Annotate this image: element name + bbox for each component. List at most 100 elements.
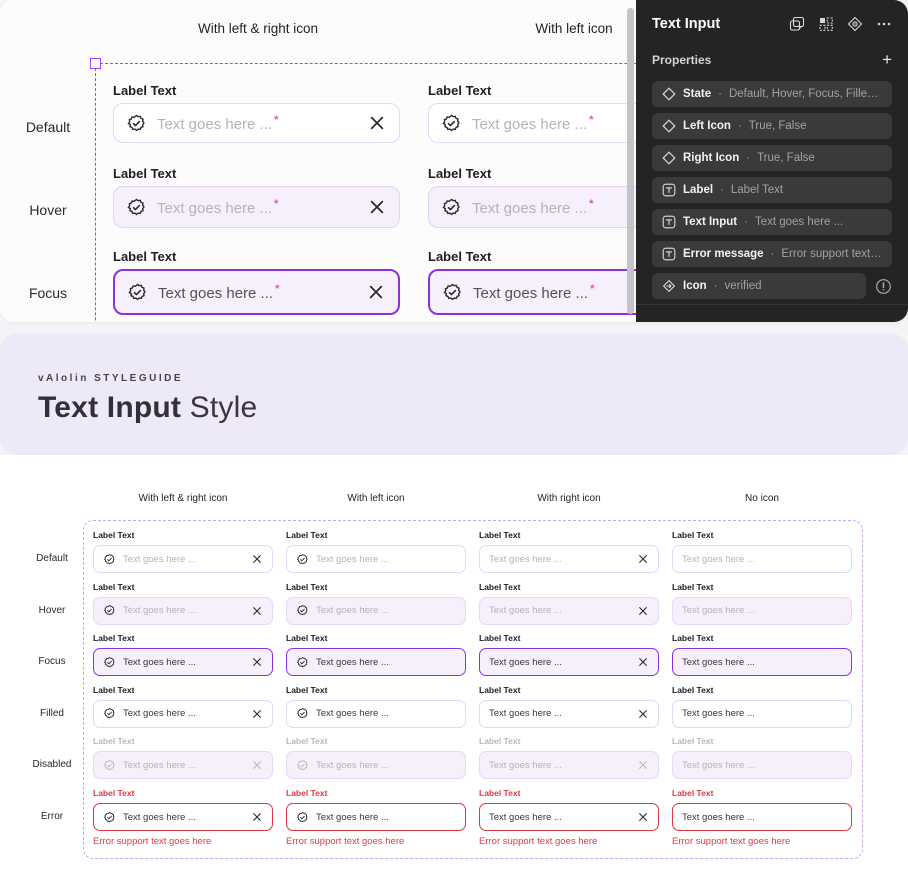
text-input-default[interactable]: Text goes here ... * xyxy=(113,103,400,143)
property-pill[interactable]: State · Default, Hover, Focus, Filled, .… xyxy=(652,81,892,107)
text-input-hover[interactable]: Text goes here ... xyxy=(672,596,852,625)
input-placeholder: Text goes here ... xyxy=(316,553,389,565)
property-value: True, False xyxy=(748,120,807,132)
text-input-focus[interactable]: Text goes here ... * xyxy=(428,269,636,315)
variants-target-icon[interactable] xyxy=(847,16,863,32)
verified-badge-icon xyxy=(296,811,309,824)
text-input-filled[interactable]: Text goes here ... xyxy=(93,699,273,728)
property-pill[interactable]: Icon · verified xyxy=(652,273,866,299)
properties-section-label: Properties xyxy=(652,53,712,67)
property-name: Label xyxy=(683,184,714,196)
text-input-hover[interactable]: Text goes here ... xyxy=(93,596,273,625)
property-row[interactable]: Right Icon · True, False xyxy=(652,145,892,171)
clear-icon[interactable] xyxy=(252,709,262,719)
field-label: Label Text xyxy=(479,788,521,798)
property-row[interactable]: Left Icon · True, False xyxy=(652,113,892,139)
clear-icon[interactable] xyxy=(638,657,648,667)
text-input-hover[interactable]: Text goes here ... xyxy=(479,596,659,625)
text-input-hover[interactable]: Text goes here ... * xyxy=(113,186,400,228)
text-input-focus[interactable]: Text goes here ... xyxy=(479,648,659,676)
state-row-label: Hover xyxy=(38,604,66,616)
property-row[interactable]: Label · Label Text xyxy=(652,177,892,203)
text-input-default[interactable]: Text goes here ... xyxy=(672,545,852,573)
field-label: Label Text xyxy=(672,581,714,592)
clear-icon[interactable] xyxy=(252,554,262,564)
text-input-hover[interactable]: Text goes here ... * xyxy=(428,186,636,228)
clear-icon[interactable] xyxy=(252,657,262,667)
more-options-icon[interactable] xyxy=(876,16,892,32)
text-input-disabled[interactable]: Text goes here ... xyxy=(672,751,852,779)
text-input-default[interactable]: Text goes here ... xyxy=(93,545,273,573)
property-pill[interactable]: Label · Label Text xyxy=(652,177,892,203)
property-pill[interactable]: Text Input · Text goes here ... xyxy=(652,209,892,235)
styleguide-column-header: With right icon xyxy=(537,493,601,504)
state-row-label: Disabled xyxy=(32,759,72,770)
property-row[interactable]: Text Input · Text goes here ... xyxy=(652,209,892,235)
text-input-focus[interactable]: Text goes here ... xyxy=(286,648,466,676)
text-input-focus[interactable]: Text goes here ... * xyxy=(113,269,400,315)
text-input-error[interactable]: Text goes here ... xyxy=(672,803,852,831)
verified-badge-icon xyxy=(296,604,309,617)
text-input-disabled[interactable]: Text goes here ... xyxy=(93,751,273,779)
clear-icon[interactable] xyxy=(638,709,648,719)
property-name: Icon xyxy=(683,280,707,292)
input-placeholder: Text goes here ... * xyxy=(157,197,279,217)
clear-icon[interactable] xyxy=(252,812,262,822)
properties-section-header: Properties + xyxy=(652,51,892,68)
clear-icon[interactable] xyxy=(638,760,648,770)
text-input-default[interactable]: Text goes here ... * xyxy=(428,103,636,143)
clear-icon[interactable] xyxy=(638,554,648,564)
text-input-hover[interactable]: Text goes here ... xyxy=(286,596,466,625)
text-input-filled[interactable]: Text goes here ... xyxy=(479,699,659,728)
clear-icon[interactable] xyxy=(369,115,385,131)
text-input-filled[interactable]: Text goes here ... xyxy=(672,699,852,728)
text-property-icon xyxy=(662,183,676,197)
clear-icon[interactable] xyxy=(368,284,384,300)
vertical-scrollbar[interactable] xyxy=(627,8,634,314)
field-label: Label Text xyxy=(93,736,135,746)
verified-badge-icon xyxy=(126,113,147,134)
property-row[interactable]: Icon · verified xyxy=(652,273,892,299)
verified-badge-icon xyxy=(103,759,116,772)
component-grid-icon[interactable] xyxy=(818,16,834,32)
clear-icon[interactable] xyxy=(638,606,648,616)
input-placeholder: Text goes here ... xyxy=(123,605,196,616)
verified-badge-icon xyxy=(441,197,462,218)
text-input-default[interactable]: Text goes here ... xyxy=(286,545,466,573)
input-placeholder: Text goes here ... xyxy=(123,553,196,565)
text-input-filled[interactable]: Text goes here ... xyxy=(286,699,466,728)
property-value: Error support text go.... xyxy=(781,248,882,260)
required-asterisk: * xyxy=(589,113,594,126)
clear-icon[interactable] xyxy=(252,606,262,616)
property-pill[interactable]: Right Icon · True, False xyxy=(652,145,892,171)
text-input-focus[interactable]: Text goes here ... xyxy=(672,648,852,676)
text-input-error[interactable]: Text goes here ... xyxy=(479,803,659,831)
property-pill[interactable]: Left Icon · True, False xyxy=(652,113,892,139)
text-input-disabled[interactable]: Text goes here ... xyxy=(479,751,659,779)
field-label: Label Text xyxy=(479,736,521,746)
selection-handle[interactable] xyxy=(90,58,101,69)
text-input-disabled[interactable]: Text goes here ... xyxy=(286,751,466,779)
input-placeholder: Text goes here ... * xyxy=(157,113,279,133)
property-row[interactable]: Error message · Error support text go...… xyxy=(652,241,892,267)
property-pill[interactable]: Error message · Error support text go...… xyxy=(652,241,892,267)
property-value: Text goes here ... xyxy=(754,216,844,228)
add-property-button[interactable]: + xyxy=(882,51,892,68)
clear-icon[interactable] xyxy=(252,760,262,770)
clear-icon[interactable] xyxy=(638,812,648,822)
canvas-viewport[interactable]: With left & right icon With left icon De… xyxy=(0,0,636,322)
field-label: Label Text xyxy=(93,684,135,695)
required-asterisk: * xyxy=(589,197,594,210)
text-input-focus[interactable]: Text goes here ... xyxy=(93,648,273,676)
copy-instance-icon[interactable] xyxy=(789,16,805,32)
verified-badge-icon xyxy=(442,282,463,303)
clear-icon[interactable] xyxy=(369,199,385,215)
required-asterisk: * xyxy=(275,282,280,295)
property-row[interactable]: State · Default, Hover, Focus, Filled, .… xyxy=(652,81,892,107)
info-icon[interactable] xyxy=(875,278,892,295)
text-input-error[interactable]: Text goes here ... xyxy=(286,803,466,831)
text-input-error[interactable]: Text goes here ... xyxy=(93,803,273,831)
text-input-default[interactable]: Text goes here ... xyxy=(479,545,659,573)
state-row-label: Hover xyxy=(29,202,67,218)
property-value: Default, Hover, Focus, Filled, ... xyxy=(728,88,882,100)
